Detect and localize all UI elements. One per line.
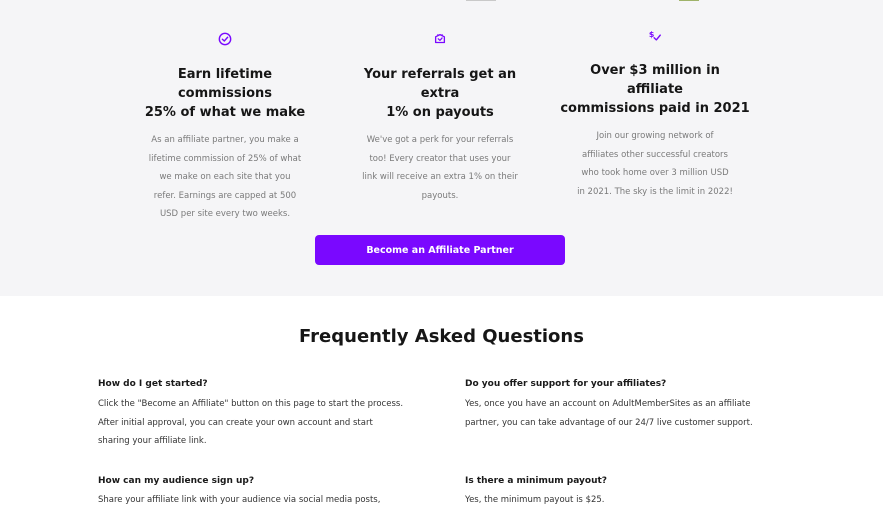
faq-answer: Share your affiliate link with your audi… — [98, 495, 381, 505]
feature-referral-bonus: Your referrals get an extra 1% on payout… — [345, 30, 535, 205]
check-circle-icon — [216, 30, 234, 48]
box-icon — [431, 30, 449, 48]
faq-title: Frequently Asked Questions — [299, 326, 584, 347]
feature-commissions-paid: $ Over $3 million in affiliate commissio… — [560, 30, 750, 201]
faq-question: How can my audience sign up? — [98, 476, 255, 486]
faq-question: Do you offer support for your affiliates… — [465, 379, 667, 389]
feature-description: We've got a perk for your referrals too!… — [362, 135, 518, 201]
dollar-check-icon: $ — [646, 27, 664, 45]
faq-question: How do I get started? — [98, 379, 208, 389]
faq-answer: Click the "Become an Affiliate" button o… — [98, 399, 404, 447]
faq-answer: Yes, the minimum payout is $25. — [465, 495, 605, 505]
feature-description: As an affiliate partner, you make a life… — [148, 135, 302, 220]
feature-lifetime-commissions: Earn lifetime commissions 25% of what we… — [130, 30, 320, 224]
faq-question: Is there a minimum payout? — [465, 476, 608, 486]
feature-title: Your referrals get an extra 1% on payout… — [363, 67, 517, 120]
feature-description: Join our growing network of affiliates o… — [577, 131, 733, 197]
feature-title: Earn lifetime commissions 25% of what we… — [144, 67, 306, 120]
feature-title: Over $3 million in affiliate commissions… — [560, 63, 750, 116]
faq-answer: Yes, once you have an account on AdultMe… — [465, 399, 753, 428]
divider — [466, 0, 496, 1]
become-affiliate-button[interactable]: Become an Affiliate Partner — [315, 235, 565, 265]
divider — [679, 0, 699, 1]
